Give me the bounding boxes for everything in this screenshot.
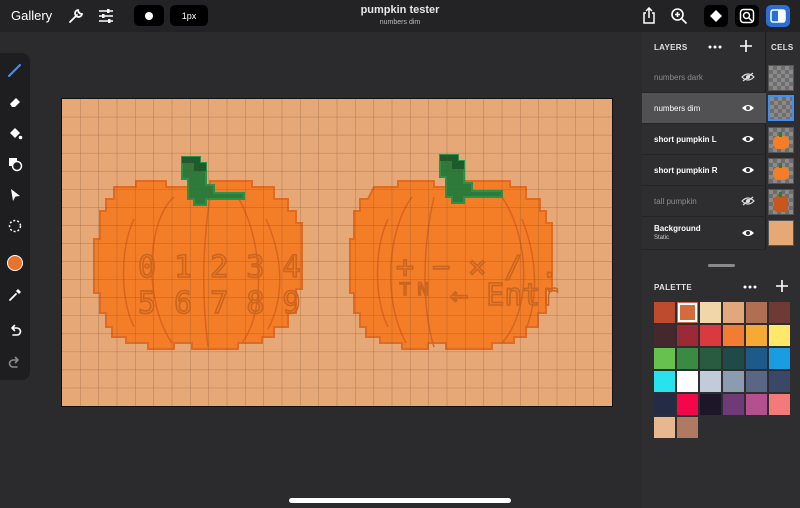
eye-visible-icon[interactable] [741,101,755,115]
zoom-icon[interactable] [669,6,689,26]
palette-swatch[interactable] [700,371,721,392]
palette-swatch[interactable] [746,325,767,346]
palette-swatch[interactable] [746,302,767,323]
palette-swatch[interactable] [677,371,698,392]
palette-swatch[interactable] [654,325,675,346]
layer-row-tall-pumpkin[interactable]: tall pumpkin [642,186,766,217]
panel-resize-handle[interactable] [708,264,735,267]
lasso-icon[interactable] [5,216,25,236]
cel-thumbnail-selected[interactable] [768,95,794,121]
layer-name: short pumpkin R [654,166,718,175]
palette-swatch[interactable] [700,325,721,346]
palette-swatch[interactable] [723,348,744,369]
undo-icon[interactable] [5,321,25,341]
layer-row-short-pumpkin-l[interactable]: short pumpkin L [642,124,766,155]
layer-name: tall pumpkin [654,197,697,206]
left-glyph-row-1: 0 1 2 3 4 [138,250,301,285]
layers-heading: LAYERS [654,43,688,52]
add-layer-icon[interactable] [739,39,753,53]
layers-toggle-icon[interactable] [704,5,728,27]
eye-hidden-icon[interactable] [741,194,755,208]
share-icon[interactable] [639,6,659,26]
eye-visible-icon[interactable] [741,226,755,240]
palette-swatch[interactable] [769,394,790,415]
palette-swatch[interactable] [654,348,675,369]
eye-visible-icon[interactable] [741,163,755,177]
layer-name: numbers dim [654,104,701,113]
palette-swatch[interactable] [654,371,675,392]
eraser-icon[interactable] [5,91,25,111]
shapes-icon[interactable] [5,154,25,174]
layer-name: Background [654,224,701,233]
layer-row-short-pumpkin-r[interactable]: short pumpkin R [642,155,766,186]
palette-swatch[interactable] [677,348,698,369]
palette-swatch[interactable] [746,371,767,392]
palette-swatch[interactable] [769,302,790,323]
palette-swatch[interactable] [654,417,675,438]
layer-row-background[interactable]: Background Static [642,217,766,250]
cel-thumbnail[interactable] [768,127,794,153]
cel-thumbnail[interactable] [768,158,794,184]
home-indicator [289,498,511,503]
cel-thumbnail-background[interactable] [768,220,794,246]
palette-swatch[interactable] [677,325,698,346]
palette-swatch[interactable] [769,348,790,369]
pencil-icon[interactable] [5,60,25,80]
top-bar: Gallery 1px pumpkin tester numbers dim [0,0,800,32]
eyedropper-icon[interactable] [5,285,25,305]
palette-swatch[interactable] [700,394,721,415]
eye-hidden-icon[interactable] [741,70,755,84]
palette-swatch[interactable] [700,348,721,369]
layer-name: numbers dark [654,73,703,82]
palette-swatch[interactable] [769,371,790,392]
palette-swatch[interactable] [723,394,744,415]
tool-bar [0,53,30,380]
cel-thumbnail[interactable] [768,189,794,215]
palette-swatch[interactable] [746,348,767,369]
add-color-icon[interactable] [775,279,789,293]
layer-name: short pumpkin L [654,135,717,144]
palette-swatch[interactable] [700,302,721,323]
fill-bucket-icon[interactable] [5,123,25,143]
eye-visible-icon[interactable] [741,132,755,146]
palette-swatch[interactable] [677,302,698,323]
layer-sub-label: Static [654,235,670,241]
palette-swatch[interactable] [677,417,698,438]
palette-swatch[interactable] [723,371,744,392]
palette-heading: PALETTE [654,283,692,292]
left-glyph-row-2: 5 6 7 8 9 [138,286,301,321]
cel-thumbnail[interactable] [768,65,794,91]
palette-more-icon[interactable] [743,280,757,294]
right-glyph-row-2: ᵀᴺ ← Entr [396,278,559,313]
current-color-swatch[interactable] [5,253,25,273]
cels-heading: CELS [771,43,794,52]
palette-swatch[interactable] [677,394,698,415]
redo-icon[interactable] [5,353,25,373]
palette-swatch[interactable] [769,325,790,346]
palette-swatch[interactable] [746,394,767,415]
reference-view-icon[interactable] [735,5,759,27]
palette-swatch[interactable] [654,394,675,415]
layers-more-icon[interactable] [708,40,722,54]
drawing-canvas[interactable]: 0 1 2 3 4 5 6 7 8 9 + − × ∕ . ᵀᴺ ← Entr [61,98,613,407]
palette-swatch[interactable] [654,302,675,323]
layer-row-numbers-dim[interactable]: numbers dim [642,93,766,124]
palette-swatch[interactable] [723,302,744,323]
sidebar-panel-icon[interactable] [766,5,790,27]
layer-row-numbers-dark[interactable]: numbers dark [642,62,766,93]
select-arrow-icon[interactable] [5,185,25,205]
palette-swatch[interactable] [723,325,744,346]
